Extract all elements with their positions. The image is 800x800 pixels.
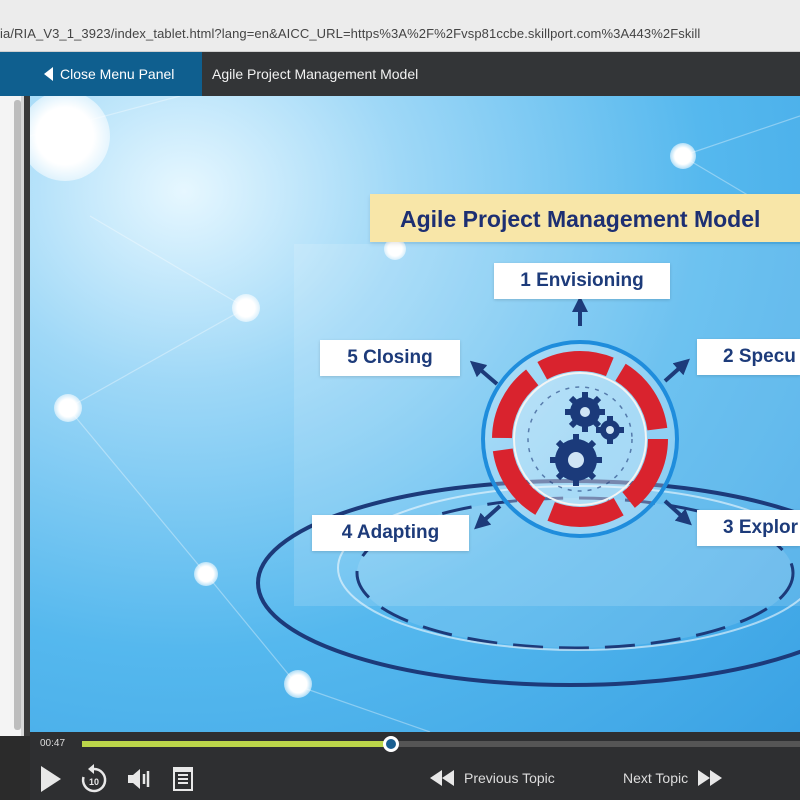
close-menu-panel-label: Close Menu Panel <box>60 66 175 82</box>
rewind-icon <box>430 770 454 786</box>
player-controls: 00:47 10 Previous Topic Next Topic <box>30 732 800 800</box>
elapsed-time: 00:47 <box>40 738 66 749</box>
previous-topic-button[interactable]: Previous Topic <box>428 768 555 788</box>
course-header: Close Menu Panel Agile Project Managemen… <box>0 52 800 96</box>
menu-panel <box>0 96 30 736</box>
glow-dot <box>232 294 260 322</box>
svg-text:10: 10 <box>89 777 99 787</box>
stage-label-speculating: 2 Specu <box>697 339 800 375</box>
fast-forward-icon <box>698 770 723 786</box>
close-menu-panel-button[interactable]: Close Menu Panel <box>0 52 202 96</box>
left-arrow-icon <box>44 67 53 81</box>
progress-handle[interactable] <box>382 736 399 752</box>
glow-dot <box>670 143 696 169</box>
progress-fill <box>82 741 391 747</box>
stage-speculating-text: 2 Specu <box>723 346 796 367</box>
slide-title-banner: Agile Project Management Model <box>370 194 800 242</box>
stage-label-envisioning: 1 Envisioning <box>494 263 670 299</box>
app-window: ia/RIA_V3_1_3923/index_tablet.html?lang=… <box>0 0 800 800</box>
play-icon[interactable] <box>38 764 64 794</box>
menu-panel-content <box>0 96 24 736</box>
glow-dot <box>54 394 82 422</box>
glow-dot <box>194 562 218 586</box>
slide-background <box>30 96 800 732</box>
topic-title: Agile Project Management Model <box>212 66 419 82</box>
previous-topic-label: Previous Topic <box>464 770 555 786</box>
stage-label-closing: 5 Closing <box>320 340 460 376</box>
stage-closing-text: 5 Closing <box>347 347 433 368</box>
glow-dot <box>284 670 312 698</box>
address-bar[interactable]: ia/RIA_V3_1_3923/index_tablet.html?lang=… <box>0 0 800 52</box>
stage-label-adapting: 4 Adapting <box>312 515 469 551</box>
menu-panel-scrollbar[interactable] <box>14 100 21 730</box>
replay-10-icon[interactable]: 10 <box>80 764 108 794</box>
slide-title: Agile Project Management Model <box>400 206 761 232</box>
next-topic-label: Next Topic <box>623 770 689 786</box>
next-topic-button[interactable]: Next Topic <box>623 768 724 788</box>
stage-label-exploring: 3 Explor <box>697 510 800 546</box>
transcript-icon[interactable] <box>172 766 194 792</box>
stage-exploring-text: 3 Explor <box>723 517 798 538</box>
stage-envisioning-text: 1 Envisioning <box>520 270 644 291</box>
slide-stage: Agile Project Management Model 1 Envisio… <box>30 96 800 732</box>
progress-bar[interactable] <box>82 736 800 752</box>
volume-icon[interactable] <box>126 766 152 792</box>
stage-adapting-text: 4 Adapting <box>341 522 440 543</box>
url-text[interactable]: ia/RIA_V3_1_3923/index_tablet.html?lang=… <box>0 26 700 41</box>
